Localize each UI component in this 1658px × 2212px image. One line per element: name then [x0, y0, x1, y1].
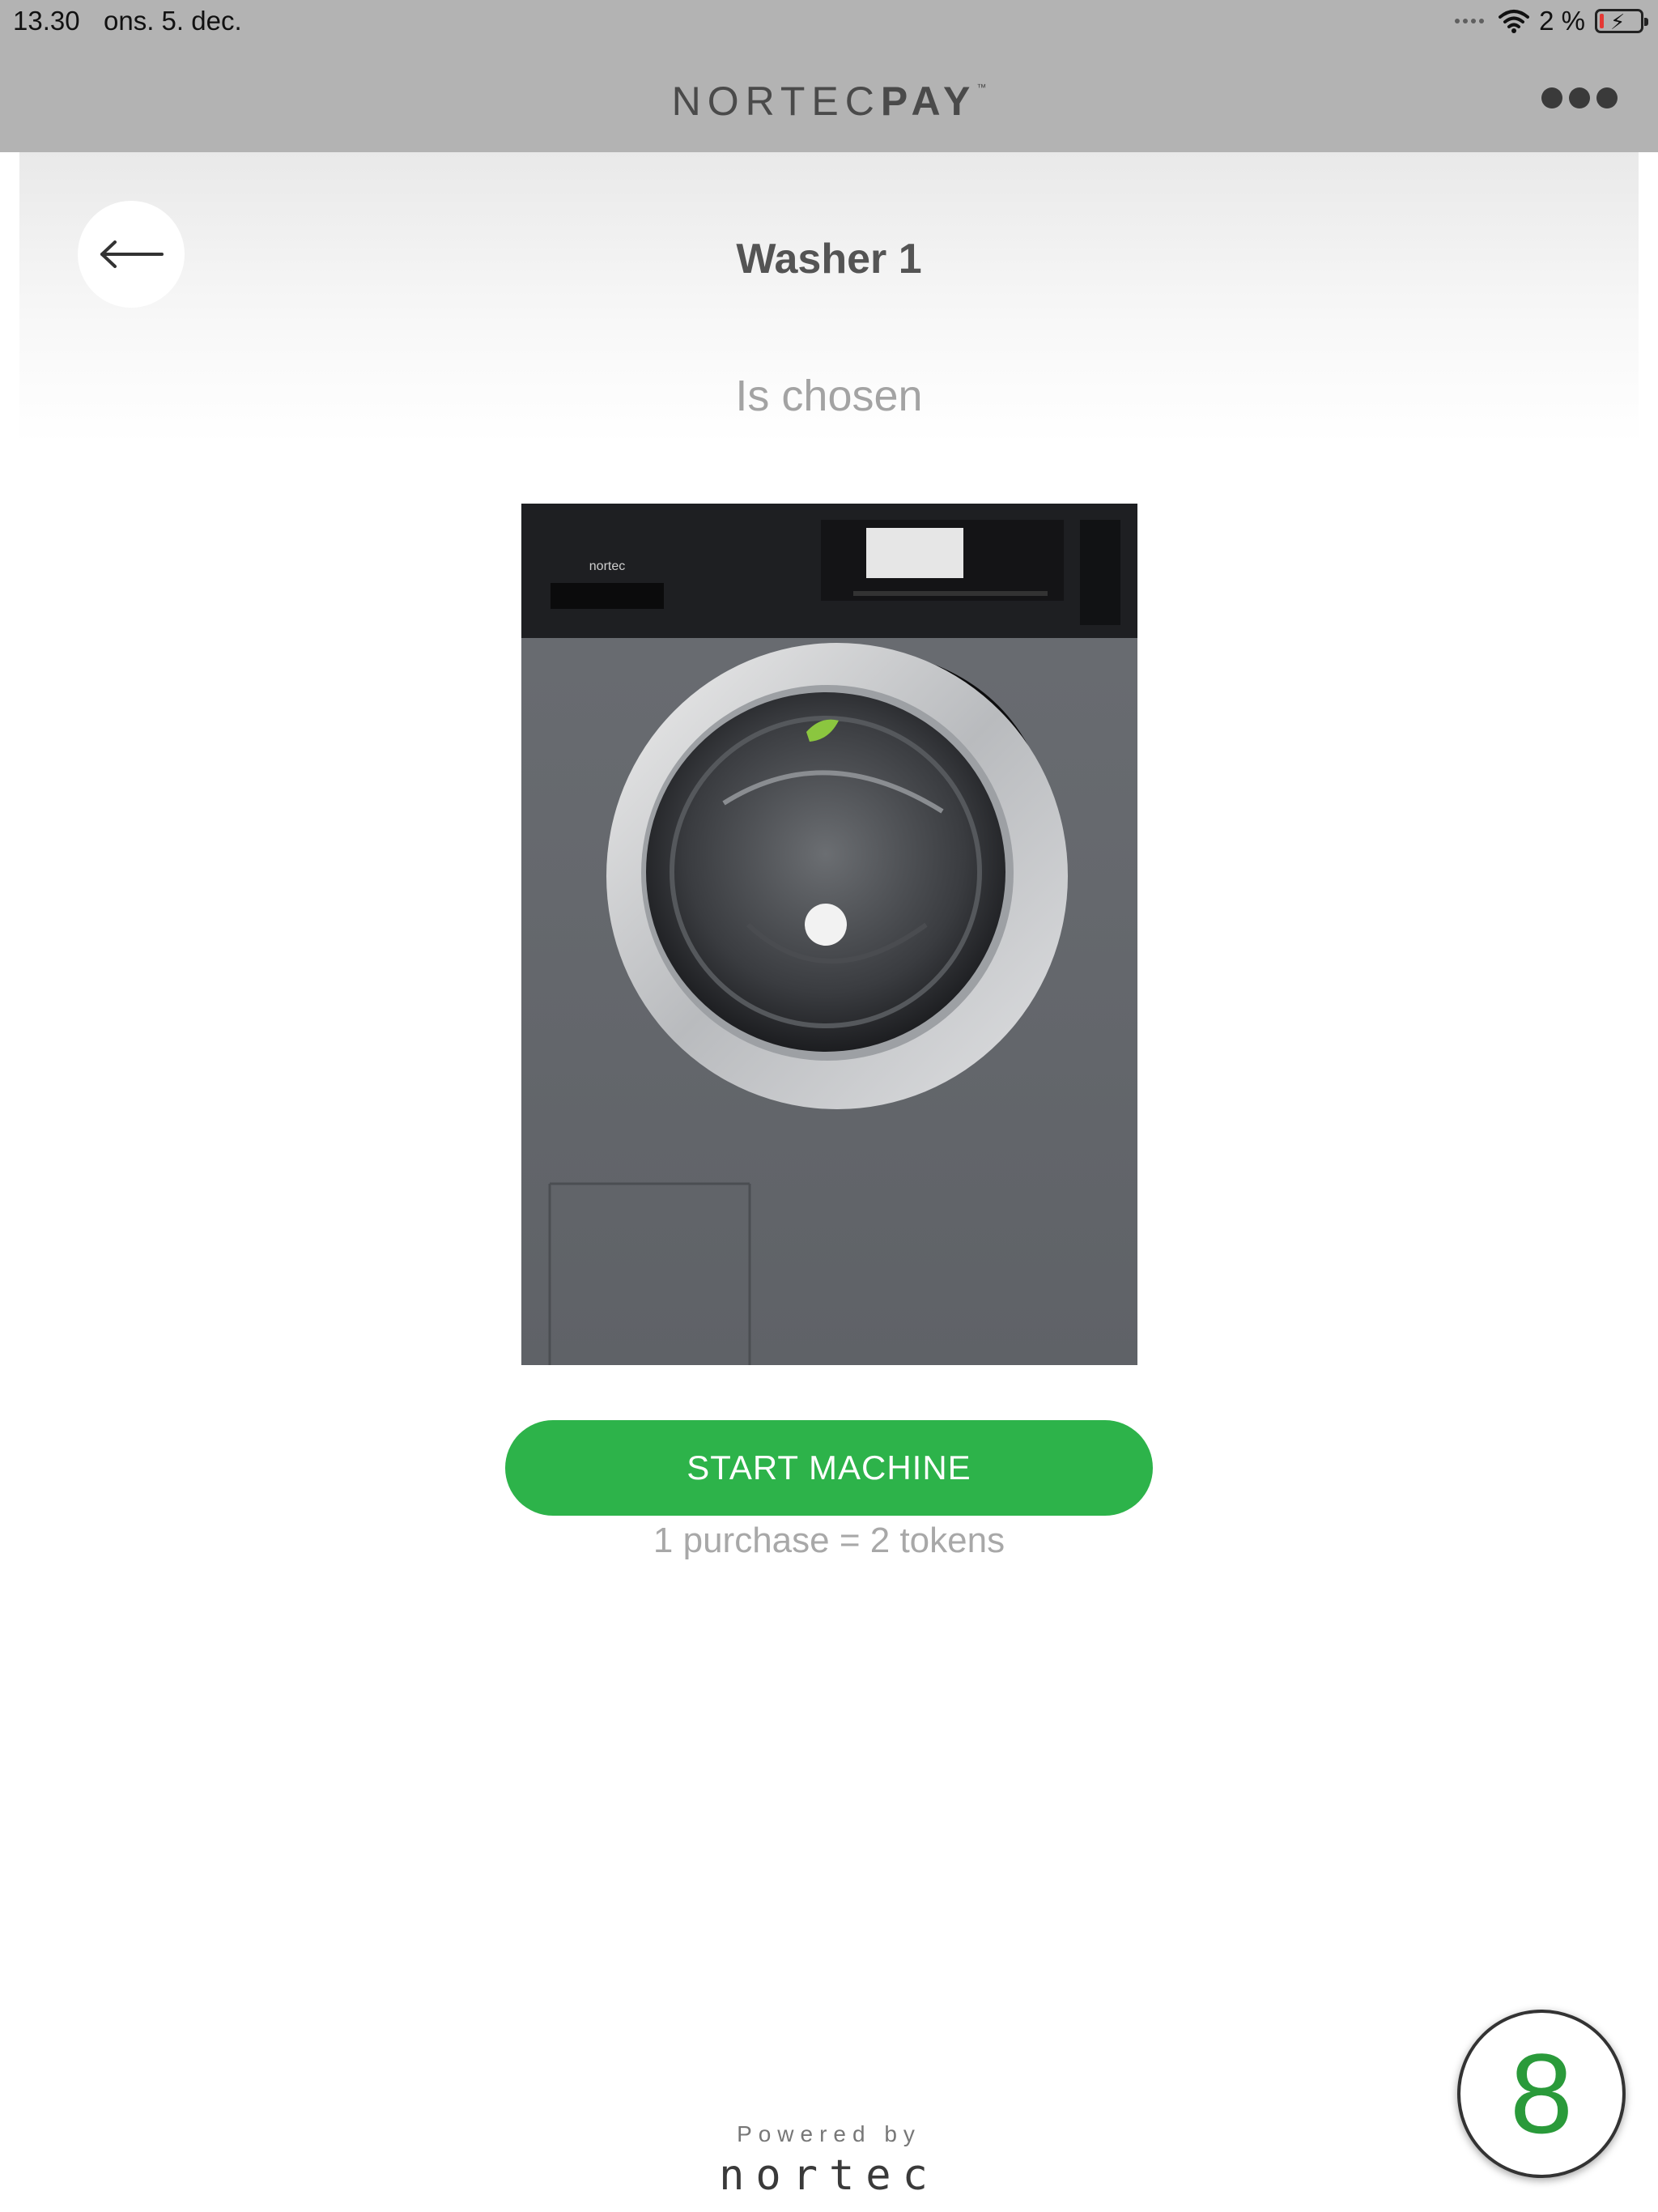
more-dots-icon[interactable]: [1541, 87, 1618, 108]
machine-status: Is chosen: [735, 372, 923, 420]
powered-by-label: Powered by: [737, 2121, 921, 2146]
start-machine-button[interactable]: START MACHINE: [505, 1420, 1153, 1516]
brand-name-light: NORTEC: [671, 79, 881, 124]
page-title: Washer 1: [736, 236, 922, 283]
price-note: 1 purchase = 2 tokens: [653, 1521, 1005, 1560]
washing-machine-image: nortec: [521, 504, 1137, 1365]
status-time: 13.30: [13, 6, 80, 36]
status-date: ons. 5. dec.: [104, 6, 242, 36]
machine-brand-text: nortec: [589, 559, 625, 573]
nortec-logo-text: nortec: [719, 2159, 939, 2194]
token-count-badge[interactable]: 8: [1457, 2010, 1626, 2178]
battery-charging-icon: ⚡: [1595, 9, 1648, 34]
wifi-icon: [1499, 10, 1530, 33]
app-header: NORTECPAY™: [0, 42, 1658, 152]
status-bar: 13.30 ons. 5. dec. 2 % ⚡: [0, 0, 1658, 42]
battery-percent: 2 %: [1539, 6, 1585, 36]
brand-logo: NORTECPAY™: [0, 78, 1658, 125]
status-right: 2 % ⚡: [1455, 6, 1648, 36]
signal-dots-icon: [1455, 19, 1485, 23]
trademark-mark: ™: [976, 82, 987, 93]
brand-name-bold: PAY: [880, 79, 977, 124]
nortec-logo: nortec: [719, 2159, 939, 2194]
